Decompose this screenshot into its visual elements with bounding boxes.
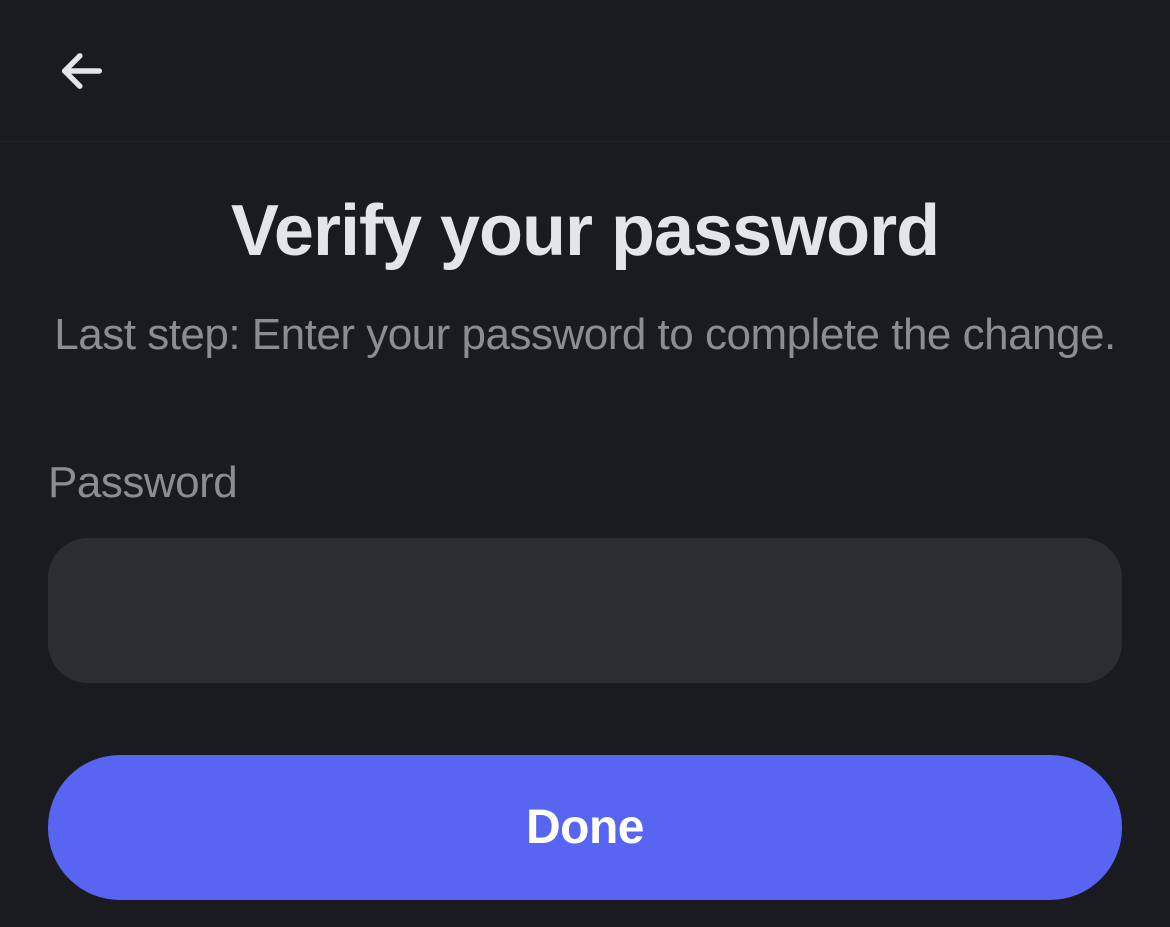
page-title: Verify your password bbox=[48, 190, 1122, 272]
header bbox=[0, 0, 1170, 142]
done-button[interactable]: Done bbox=[48, 755, 1122, 900]
password-input[interactable] bbox=[48, 538, 1122, 683]
main-content: Verify your password Last step: Enter yo… bbox=[0, 142, 1170, 900]
password-label: Password bbox=[48, 458, 1122, 508]
password-field-group: Password bbox=[48, 458, 1122, 683]
back-button[interactable] bbox=[52, 41, 112, 101]
arrow-left-icon bbox=[56, 45, 108, 97]
page-subtitle: Last step: Enter your password to comple… bbox=[48, 310, 1122, 360]
